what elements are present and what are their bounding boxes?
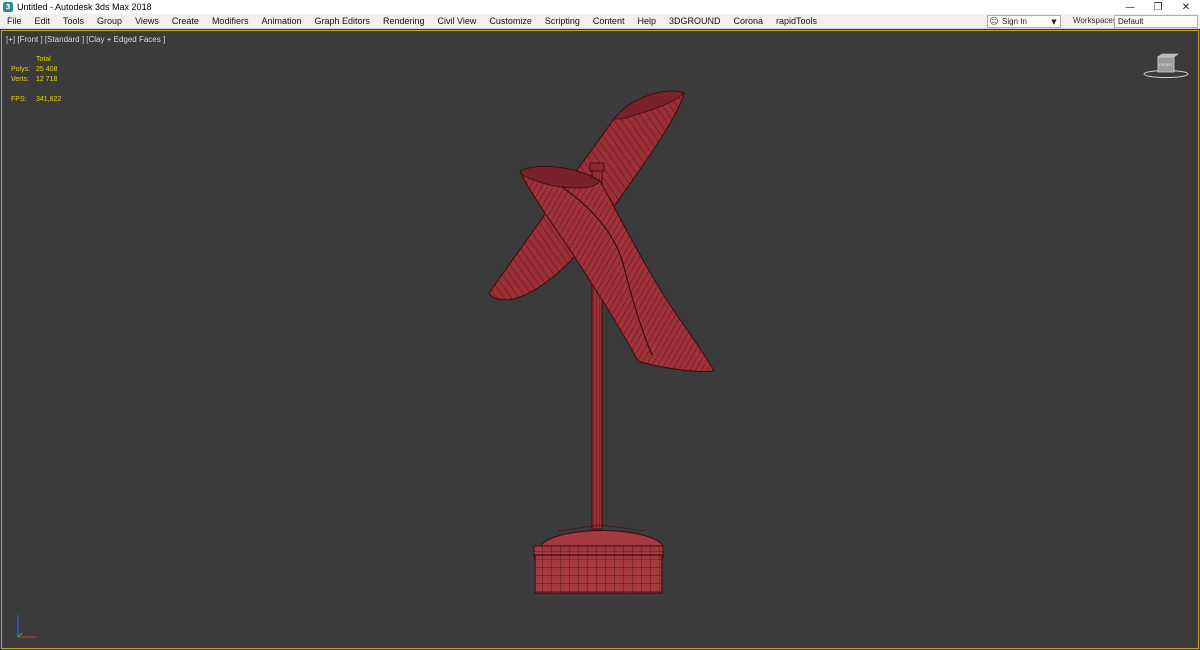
menu-rapidtools[interactable]: rapidTools xyxy=(769,14,823,29)
menu-civil-view[interactable]: Civil View xyxy=(431,14,483,29)
menu-customize[interactable]: Customize xyxy=(482,14,538,29)
menu-edit[interactable]: Edit xyxy=(28,14,57,29)
sign-in-label: Sign In xyxy=(1002,17,1027,26)
user-icon: ☺ xyxy=(989,16,999,27)
title-bar: 3 Untitled - Autodesk 3ds Max 2018 — ❐ ✕ xyxy=(0,0,1200,14)
minimize-button[interactable]: — xyxy=(1116,0,1144,14)
sign-in-dropdown[interactable]: ☺ Sign In ▼ xyxy=(987,15,1061,28)
window-controls: — ❐ ✕ xyxy=(1116,0,1200,14)
chevron-down-icon: ▼ xyxy=(1051,17,1057,26)
menu-tools[interactable]: Tools xyxy=(56,14,90,29)
app-logo-icon[interactable]: 3 xyxy=(3,2,13,12)
menu-3dground[interactable]: 3DGROUND xyxy=(662,14,727,29)
menu-bar: File Edit Tools Group Views Create Modif… xyxy=(0,14,1200,29)
menu-items: File Edit Tools Group Views Create Modif… xyxy=(0,14,823,29)
menu-group[interactable]: Group xyxy=(90,14,128,29)
menu-animation[interactable]: Animation xyxy=(254,14,307,29)
front-viewport[interactable]: [+] [Front ] [Standard ] [Clay + Edged F… xyxy=(1,30,1199,649)
menu-content[interactable]: Content xyxy=(586,14,631,29)
menu-corona[interactable]: Corona xyxy=(726,14,769,29)
menu-graph-editors[interactable]: Graph Editors xyxy=(307,14,376,29)
menu-scripting[interactable]: Scripting xyxy=(538,14,586,29)
desk-lamp-model[interactable] xyxy=(2,31,1200,650)
axis-tripod-icon xyxy=(17,615,36,638)
menu-file[interactable]: File xyxy=(0,14,28,29)
restore-button[interactable]: ❐ xyxy=(1144,0,1172,14)
workspaces-select[interactable]: Default xyxy=(1114,15,1198,28)
menu-views[interactable]: Views xyxy=(128,14,165,29)
close-button[interactable]: ✕ xyxy=(1172,0,1200,14)
menu-rendering[interactable]: Rendering xyxy=(376,14,431,29)
menu-help[interactable]: Help xyxy=(630,14,662,29)
menu-create[interactable]: Create xyxy=(165,14,205,29)
window-title: Untitled - Autodesk 3ds Max 2018 xyxy=(17,2,152,12)
workspaces-label: Workspaces: xyxy=(1073,16,1120,25)
menu-modifiers[interactable]: Modifiers xyxy=(205,14,255,29)
